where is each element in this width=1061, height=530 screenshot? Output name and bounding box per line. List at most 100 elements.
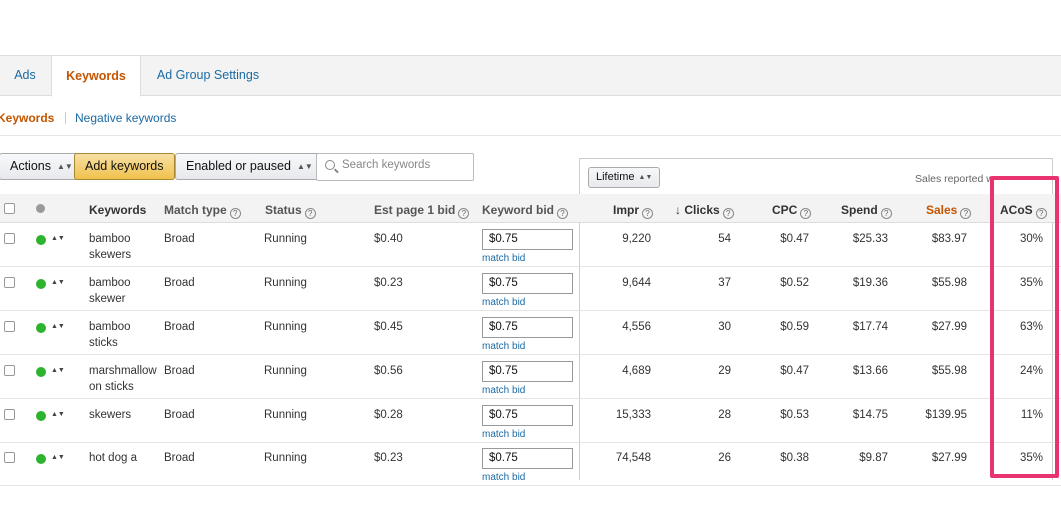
spend-value: $9.87 (859, 452, 888, 464)
est-bid-text: $0.28 (374, 409, 403, 421)
tab-ad-group-settings[interactable]: Ad Group Settings (146, 55, 270, 96)
cpc-value: $0.47 (780, 365, 809, 377)
match-bid-link[interactable]: match bid (482, 297, 525, 308)
header-match-type[interactable]: Match type? (164, 203, 241, 219)
table-row: ▲▼ marshmallow on sticks Broad Running $0.56… (0, 355, 1061, 399)
header-keyword-bid[interactable]: Keyword bid? (482, 203, 569, 219)
help-icon[interactable]: ? (800, 208, 812, 219)
keyword-bid-input[interactable]: $0.75 (482, 361, 573, 382)
header-keywords[interactable]: Keywords (89, 203, 146, 217)
status-caret-icon[interactable]: ▲▼ (51, 454, 65, 461)
tab-bar: Ads Keywords Ad Group Settings (0, 55, 1061, 97)
status-text: Running (264, 452, 307, 464)
keyword-bid-input[interactable]: $0.75 (482, 317, 573, 338)
header-est-bid[interactable]: Est page 1 bid? (374, 203, 470, 219)
status-text: Running (264, 409, 307, 421)
subnav-keywords[interactable]: Keywords (0, 111, 54, 125)
tab-keywords[interactable]: Keywords (51, 55, 141, 97)
keyword-text: skewers (89, 409, 132, 421)
search-input[interactable] (342, 159, 467, 171)
sales-value: $55.98 (931, 277, 967, 289)
add-keywords-button[interactable]: Add keywords (74, 153, 175, 180)
status-caret-icon[interactable]: ▲▼ (51, 279, 65, 286)
keyword-bid-input[interactable]: $0.75 (482, 405, 573, 426)
status-text: Running (264, 365, 307, 377)
state-filter-caret-icon: ▲▼ (296, 162, 313, 171)
help-icon[interactable]: ? (960, 208, 972, 219)
match-type-text: Broad (164, 321, 195, 333)
help-icon[interactable]: ? (642, 208, 654, 219)
actions-caret-icon: ▲▼ (57, 162, 73, 171)
header-sales[interactable]: Sales? (926, 203, 972, 219)
clicks-value: 28 (718, 409, 731, 421)
keyword-search (316, 153, 474, 181)
row-checkbox[interactable] (4, 321, 15, 332)
running-status-icon[interactable] (36, 411, 46, 421)
tab-ads[interactable]: Ads (0, 55, 50, 96)
clicks-value: 54 (718, 233, 731, 245)
cpc-value: $0.38 (780, 452, 809, 464)
header-status[interactable]: Status? (265, 203, 316, 219)
clicks-value: 30 (718, 321, 731, 333)
keyword-bid-input[interactable]: $0.75 (482, 448, 573, 469)
running-status-icon[interactable] (36, 454, 46, 464)
help-icon[interactable]: ? (722, 208, 734, 219)
row-checkbox[interactable] (4, 409, 15, 420)
help-icon[interactable]: ? (458, 208, 470, 219)
status-dot-header-icon (36, 204, 45, 213)
keyword-subnav: Keywords Negative keywords (0, 96, 1061, 136)
clicks-value: 29 (718, 365, 731, 377)
header-cpc-label: CPC (772, 203, 798, 217)
header-spend[interactable]: Spend? (841, 203, 892, 219)
row-checkbox[interactable] (4, 277, 15, 288)
help-icon[interactable]: ? (557, 208, 569, 219)
header-impr-label: Impr (613, 203, 640, 217)
header-clicks[interactable]: ↓ Clicks? (675, 203, 734, 219)
match-bid-link[interactable]: match bid (482, 385, 525, 396)
state-filter-dropdown[interactable]: Enabled or paused ▲▼ (175, 153, 324, 180)
impr-value: 74,548 (615, 452, 651, 464)
match-bid-link[interactable]: match bid (482, 253, 525, 264)
running-status-icon[interactable] (36, 367, 46, 377)
table-row: ▲▼ hot dog a Broad Running $0.23 74,548 26 $0.3… (0, 442, 1061, 486)
status-caret-icon[interactable]: ▲▼ (51, 235, 65, 242)
match-bid-link[interactable]: match bid (482, 472, 525, 483)
spend-value: $17.74 (852, 321, 888, 333)
help-icon[interactable]: ? (229, 208, 241, 219)
match-type-text: Broad (164, 452, 195, 464)
spend-value: $13.66 (852, 365, 888, 377)
status-caret-icon[interactable]: ▲▼ (51, 367, 65, 374)
help-icon[interactable]: ? (304, 208, 316, 219)
running-status-icon[interactable] (36, 235, 46, 245)
match-type-text: Broad (164, 233, 195, 245)
match-bid-link[interactable]: match bid (482, 429, 525, 440)
running-status-icon[interactable] (36, 323, 46, 333)
header-status-label: Status (265, 203, 302, 217)
match-type-text: Broad (164, 365, 195, 377)
status-text: Running (264, 233, 307, 245)
subnav-divider (65, 112, 66, 124)
keyword-text: marshmallow on sticks (89, 365, 157, 393)
subnav-negative-keywords[interactable]: Negative keywords (75, 111, 176, 125)
sales-value: $27.99 (931, 452, 967, 464)
row-checkbox[interactable] (4, 365, 15, 376)
table-row: ▲▼ bamboo skewer Broad Running $0.23 9,644 37 $… (0, 267, 1061, 311)
keyword-bid-input[interactable]: $0.75 (482, 273, 573, 294)
impr-value: 4,556 (622, 321, 651, 333)
row-checkbox[interactable] (4, 233, 15, 244)
sales-value: $83.97 (931, 233, 967, 245)
sales-value: $139.95 (925, 409, 967, 421)
row-checkbox[interactable] (4, 452, 15, 463)
search-icon (325, 160, 335, 170)
match-bid-link[interactable]: match bid (482, 341, 525, 352)
running-status-icon[interactable] (36, 279, 46, 289)
date-range-dropdown[interactable]: Lifetime ▲▼ (588, 167, 661, 188)
select-all-checkbox[interactable] (4, 203, 15, 214)
help-icon[interactable]: ? (880, 208, 892, 219)
status-caret-icon[interactable]: ▲▼ (51, 323, 65, 330)
header-impr[interactable]: Impr? (613, 203, 654, 219)
status-caret-icon[interactable]: ▲▼ (51, 411, 65, 418)
keyword-bid-input[interactable]: $0.75 (482, 229, 573, 250)
header-cpc[interactable]: CPC? (772, 203, 812, 219)
actions-dropdown[interactable]: Actions ▲▼ (0, 153, 84, 180)
